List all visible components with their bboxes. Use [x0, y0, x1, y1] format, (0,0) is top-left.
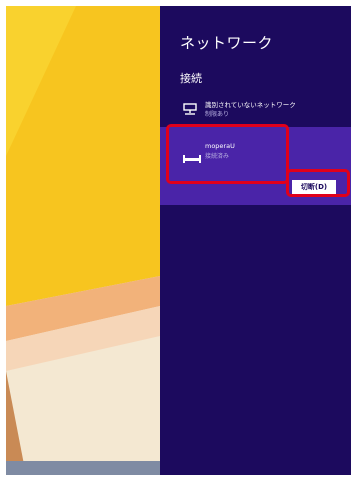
screen-frame: ネットワーク 接続 識別されていないネットワーク 制限あり moperaU 接続… — [6, 6, 351, 475]
network-item-moperau[interactable]: moperaU 接続済み 切断(D) — [160, 127, 351, 205]
panel-title: ネットワーク — [180, 34, 274, 52]
network-name: moperaU — [205, 142, 235, 150]
network-status: 制限あり — [205, 111, 230, 118]
network-item-unidentified[interactable]: 識別されていないネットワーク 制限あり — [160, 94, 351, 124]
disconnect-button[interactable]: 切断(D) — [292, 180, 336, 195]
network-status: 接続済み — [205, 153, 230, 160]
network-charm-panel: ネットワーク 接続 識別されていないネットワーク 制限あり moperaU 接続… — [160, 6, 351, 475]
section-header-connections: 接続 — [180, 72, 202, 85]
desktop-wallpaper — [6, 6, 160, 475]
wired-network-icon — [183, 100, 197, 119]
network-name: 識別されていないネットワーク — [205, 101, 296, 109]
modem-connection-icon — [183, 148, 201, 167]
